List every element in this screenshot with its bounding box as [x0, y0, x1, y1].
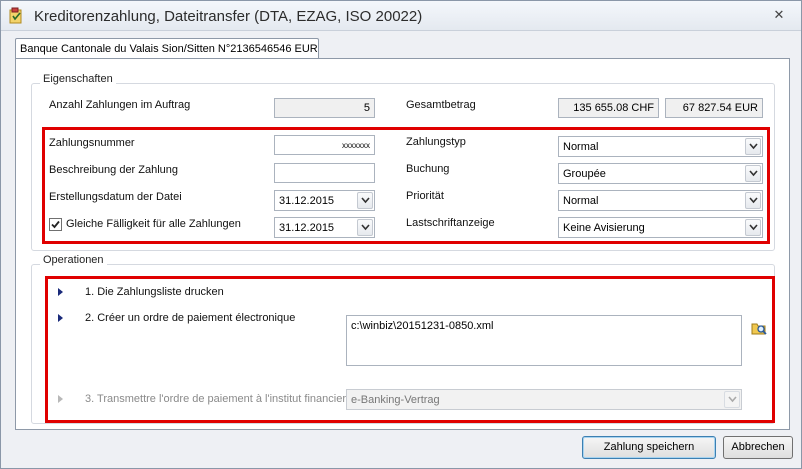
chevron-down-icon[interactable] [745, 165, 761, 182]
payments-count-value: 5 [363, 102, 370, 114]
tab-panel: Eigenschaften Anzahl Zahlungen im Auftra… [15, 58, 790, 430]
file-path-value: c:\winbiz\20151231-0850.xml [351, 320, 494, 332]
chevron-down-icon[interactable] [745, 192, 761, 209]
booking-select[interactable]: Groupée [558, 163, 763, 184]
properties-legend: Eigenschaften [40, 73, 116, 85]
op-transmit-order: 3. Transmettre l'ordre de paiement à l'i… [85, 393, 346, 405]
window-title: Kreditorenzahlung, Dateitransfer (DTA, E… [34, 8, 423, 25]
operations-legend: Operationen [40, 254, 107, 266]
same-due-checkbox[interactable] [49, 218, 62, 231]
arrow-right-icon [58, 314, 63, 322]
check-icon [51, 220, 60, 229]
arrow-right-icon [58, 395, 63, 403]
due-date-picker[interactable]: 31.12.2015 [274, 217, 375, 238]
title-bar: Kreditorenzahlung, Dateitransfer (DTA, E… [1, 1, 801, 31]
file-path-field[interactable]: c:\winbiz\20151231-0850.xml [346, 315, 742, 366]
browse-folder-icon[interactable] [751, 321, 767, 336]
payment-type-label: Zahlungstyp [406, 136, 466, 148]
chevron-down-icon[interactable] [357, 219, 373, 236]
priority-label: Priorität [406, 190, 444, 202]
payment-type-value: Normal [563, 141, 599, 153]
payment-number-value: xxxxxxx [342, 141, 370, 150]
payment-number-label: Zahlungsnummer [49, 137, 135, 149]
arrow-right-icon [58, 288, 63, 296]
tab-label: Banque Cantonale du Valais Sion/Sitten N… [20, 43, 318, 55]
op-print-list[interactable]: 1. Die Zahlungsliste drucken [85, 286, 224, 298]
payments-count-label: Anzahl Zahlungen im Auftrag [49, 99, 191, 111]
booking-label: Buchung [406, 163, 450, 175]
save-payment-button[interactable]: Zahlung speichern [582, 436, 716, 459]
chevron-down-icon [724, 391, 740, 408]
total-label: Gesamtbetrag [406, 99, 476, 111]
payments-count-field: 5 [274, 98, 375, 118]
ebanking-contract-select: e-Banking-Vertrag [346, 389, 742, 410]
debit-notice-value: Keine Avisierung [563, 222, 645, 234]
dialog-window: Kreditorenzahlung, Dateitransfer (DTA, E… [0, 0, 802, 469]
chevron-down-icon[interactable] [745, 138, 761, 155]
due-date-value: 31.12.2015 [279, 222, 335, 234]
same-due-label: Gleiche Fälligkeit für alle Zahlungen [66, 218, 241, 230]
total-eur-field: 67 827.54 EUR [665, 98, 763, 118]
cancel-button[interactable]: Abbrechen [723, 436, 793, 459]
file-date-label: Erstellungsdatum der Datei [49, 191, 182, 203]
priority-value: Normal [563, 195, 599, 207]
total-chf-value: 135 655.08 CHF [573, 102, 654, 114]
total-eur-value: 67 827.54 EUR [682, 102, 758, 114]
chevron-down-icon[interactable] [745, 219, 761, 236]
chevron-down-icon[interactable] [357, 192, 373, 209]
app-icon [8, 7, 24, 24]
tab-bank-account[interactable]: Banque Cantonale du Valais Sion/Sitten N… [15, 38, 319, 59]
payment-type-select[interactable]: Normal [558, 136, 763, 157]
payment-number-field[interactable]: xxxxxxx [274, 135, 375, 155]
ebanking-contract-value: e-Banking-Vertrag [351, 394, 440, 406]
total-chf-field: 135 655.08 CHF [558, 98, 659, 118]
description-label: Beschreibung der Zahlung [49, 164, 179, 176]
file-date-picker[interactable]: 31.12.2015 [274, 190, 375, 211]
priority-select[interactable]: Normal [558, 190, 763, 211]
close-icon[interactable]: ✕ [771, 7, 787, 23]
debit-notice-label: Lastschriftanzeige [406, 217, 495, 229]
debit-notice-select[interactable]: Keine Avisierung [558, 217, 763, 238]
op-create-order[interactable]: 2. Créer un ordre de paiement électroniq… [85, 312, 295, 324]
file-date-value: 31.12.2015 [279, 195, 335, 207]
description-field[interactable] [274, 163, 375, 183]
booking-value: Groupée [563, 168, 606, 180]
